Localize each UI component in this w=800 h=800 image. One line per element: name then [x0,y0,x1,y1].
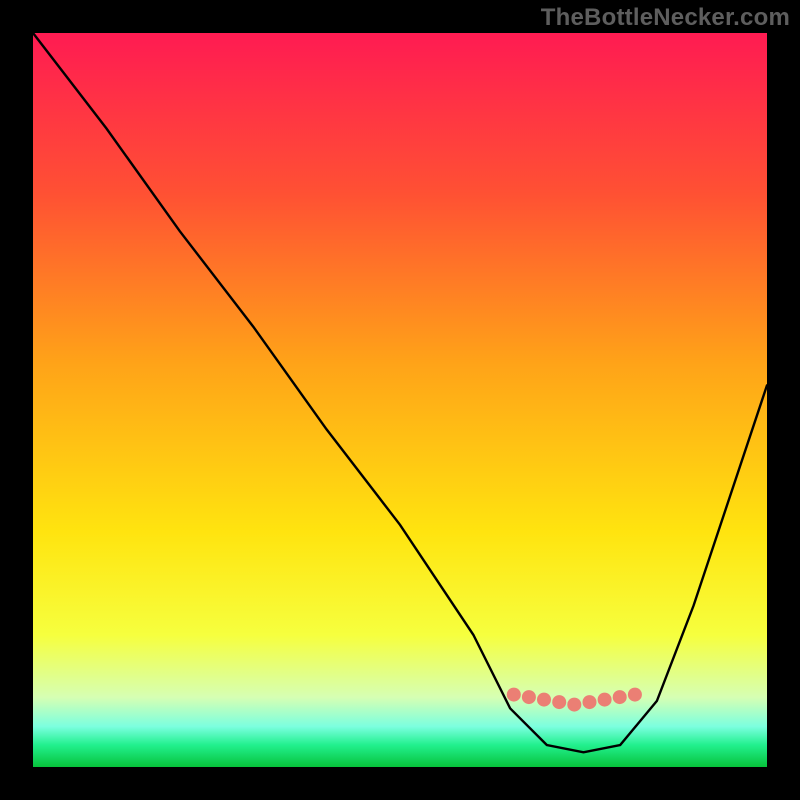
bottleneck-chart [0,0,800,800]
sweet-spot-marker [507,688,521,702]
plot-background [33,33,767,767]
sweet-spot-marker [583,695,597,709]
sweet-spot-marker [522,690,536,704]
sweet-spot-marker [598,693,612,707]
sweet-spot-marker [537,693,551,707]
sweet-spot-marker [613,690,627,704]
sweet-spot-marker [552,695,566,709]
sweet-spot-marker [628,688,642,702]
sweet-spot-marker [567,698,581,712]
